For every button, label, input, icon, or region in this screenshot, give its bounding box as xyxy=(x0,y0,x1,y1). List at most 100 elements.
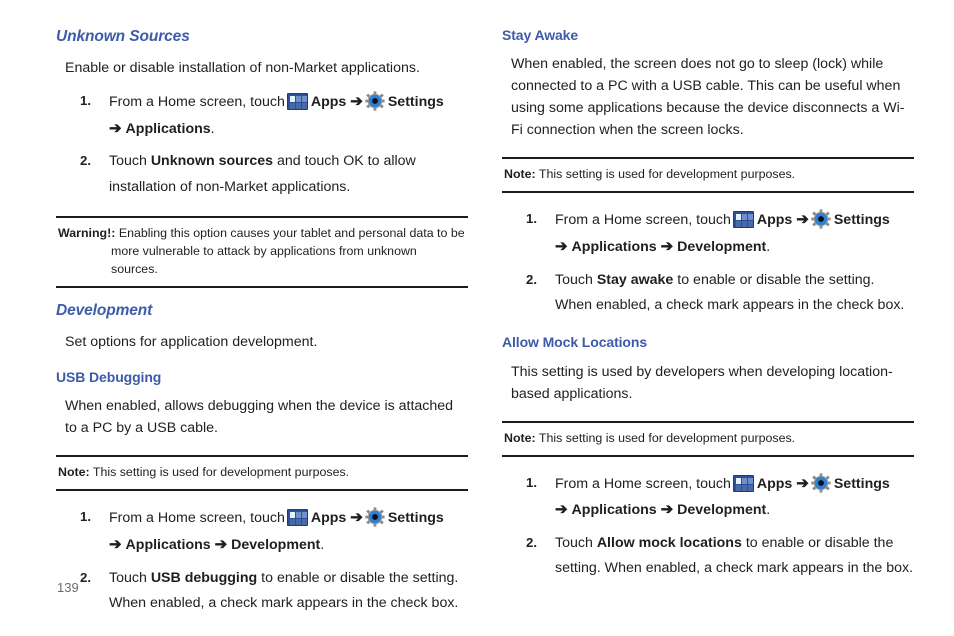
step-text-lead: Touch xyxy=(109,153,147,170)
applications-label: Applications xyxy=(571,239,657,256)
list-item: 1. From a Home screen, touch Apps ➔ Setting… xyxy=(511,207,914,260)
development-label: Development xyxy=(677,239,767,256)
step-number: 2. xyxy=(80,153,91,169)
list-item: 2. Touch Allow mock locations to enable o… xyxy=(511,531,914,582)
apps-grid-icon xyxy=(732,211,754,229)
step-terminator: . xyxy=(210,120,215,137)
arrow-icon: ➔ xyxy=(109,119,122,137)
step-number: 1. xyxy=(80,93,91,109)
steps-stay-awake: 1. From a Home screen, touch Apps ➔ Setting… xyxy=(502,207,914,318)
arrow-icon: ➔ xyxy=(660,238,674,256)
step-number: 2. xyxy=(526,535,537,551)
note-text: Note: This setting is used for developme… xyxy=(58,464,466,482)
settings-gear-icon xyxy=(811,209,831,229)
warning-callout: Warning!: Enabling this option causes yo… xyxy=(56,215,468,288)
step-text-lead: Touch xyxy=(555,271,593,288)
heading-usb-debugging: USB Debugging xyxy=(56,368,162,385)
apps-label: Apps xyxy=(756,475,793,492)
apps-grid-icon xyxy=(286,509,308,527)
paragraph-usb-debugging-intro: When enabled, allows debugging when the … xyxy=(65,398,454,437)
settings-label: Settings xyxy=(833,212,890,229)
note-body: This setting is used for development pur… xyxy=(538,430,796,445)
step-text-pre: From a Home screen, touch xyxy=(109,94,285,111)
step-text-lead: Touch xyxy=(555,535,593,552)
paragraph-stay-awake-intro: When enabled, the screen does not go to … xyxy=(511,56,905,139)
development-label: Development xyxy=(677,502,767,519)
arrow-icon: ➔ xyxy=(555,238,568,256)
arrow-icon: ➔ xyxy=(555,501,568,519)
paragraph-development-intro: Set options for application development. xyxy=(65,333,318,350)
arrow-icon: ➔ xyxy=(109,536,122,554)
step-terminator: . xyxy=(320,537,325,554)
left-column: Unknown Sources Enable or disable instal… xyxy=(56,28,468,616)
step-text-pre: From a Home screen, touch xyxy=(109,510,285,527)
warning-label: Warning!: xyxy=(58,225,116,240)
settings-label: Settings xyxy=(387,510,444,527)
arrow-icon: ➔ xyxy=(660,501,674,519)
setting-name: Allow mock locations xyxy=(596,535,742,552)
applications-label: Applications xyxy=(571,502,657,519)
step-terminator: . xyxy=(766,502,771,519)
list-item: 1. From a Home screen, touch Apps ➔ Setting… xyxy=(511,471,914,524)
list-item: 2. Touch Unknown sources and touch OK to … xyxy=(65,149,468,200)
setting-name: USB debugging xyxy=(150,569,258,586)
step-number: 1. xyxy=(526,474,537,490)
warning-line-2: more vulnerable to attack by application… xyxy=(111,243,417,276)
heading-development: Development xyxy=(56,301,153,319)
step-number: 1. xyxy=(80,509,91,525)
step-terminator: . xyxy=(766,239,771,256)
arrow-icon: ➔ xyxy=(350,93,363,111)
arrow-icon: ➔ xyxy=(796,211,809,229)
note-text: Note: This setting is used for developme… xyxy=(504,430,912,448)
heading-allow-mock-locations: Allow Mock Locations xyxy=(502,334,648,351)
setting-name: Unknown sources xyxy=(150,153,274,170)
arrow-icon: ➔ xyxy=(350,509,363,527)
applications-label: Applications xyxy=(125,537,211,554)
settings-label: Settings xyxy=(387,94,444,111)
note-callout-stay-awake: Note: This setting is used for developme… xyxy=(502,157,914,194)
list-item: 2. Touch Stay awake to enable or disable … xyxy=(511,268,914,319)
page-number: 139 xyxy=(57,580,79,595)
note-label: Note: xyxy=(504,167,536,182)
right-column: Stay Awake When enabled, the screen does… xyxy=(502,27,914,582)
warning-line-1: Enabling this option causes your tablet … xyxy=(118,225,465,240)
note-label: Note: xyxy=(58,465,90,480)
warning-text: Warning!: Enabling this option causes yo… xyxy=(58,225,466,279)
development-label: Development xyxy=(231,537,321,554)
note-body: This setting is used for development pur… xyxy=(538,167,796,182)
heading-stay-awake: Stay Awake xyxy=(502,27,579,43)
apps-label: Apps xyxy=(756,212,793,229)
steps-usb-debugging: 1. From a Home screen, touch Apps ➔ Setting… xyxy=(56,505,468,616)
arrow-icon: ➔ xyxy=(214,536,228,554)
note-text: Note: This setting is used for developme… xyxy=(504,166,912,184)
settings-gear-icon xyxy=(365,91,385,111)
note-callout-usb-debugging: Note: This setting is used for developme… xyxy=(56,455,468,492)
step-number: 1. xyxy=(526,211,537,227)
apps-grid-icon xyxy=(286,93,308,111)
settings-gear-icon xyxy=(365,507,385,527)
list-item: 1. From a Home screen, touch Apps ➔ Setting… xyxy=(65,89,468,142)
settings-gear-icon xyxy=(811,473,831,493)
apps-label: Apps xyxy=(310,510,347,527)
paragraph-allow-mock-locations-intro: This setting is used by developers when … xyxy=(511,363,893,402)
steps-unknown-sources: 1. From a Home screen, touch Apps ➔ Setting… xyxy=(56,89,468,200)
note-label: Note: xyxy=(504,430,536,445)
steps-allow-mock-locations: 1. From a Home screen, touch Apps ➔ Setting… xyxy=(502,471,914,582)
step-text-pre: From a Home screen, touch xyxy=(555,475,731,492)
list-item: 2. Touch USB debugging to enable or disab… xyxy=(65,566,468,617)
step-text-lead: Touch xyxy=(109,569,147,586)
setting-name: Stay awake xyxy=(596,271,674,288)
step-number: 2. xyxy=(526,271,537,287)
arrow-icon: ➔ xyxy=(796,474,809,492)
list-item: 1. From a Home screen, touch Apps ➔ Setting… xyxy=(65,505,468,558)
manual-page: Unknown Sources Enable or disable instal… xyxy=(0,0,954,636)
heading-unknown-sources: Unknown Sources xyxy=(56,28,190,45)
apps-grid-icon xyxy=(732,474,754,492)
settings-label: Settings xyxy=(833,475,890,492)
note-callout-allow-mock-locations: Note: This setting is used for developme… xyxy=(502,420,914,457)
apps-label: Apps xyxy=(310,94,347,111)
step-text-pre: From a Home screen, touch xyxy=(555,212,731,229)
paragraph-unknown-sources-intro: Enable or disable installation of non-Ma… xyxy=(65,60,420,77)
applications-label: Applications xyxy=(125,120,211,137)
note-body: This setting is used for development pur… xyxy=(92,465,350,480)
